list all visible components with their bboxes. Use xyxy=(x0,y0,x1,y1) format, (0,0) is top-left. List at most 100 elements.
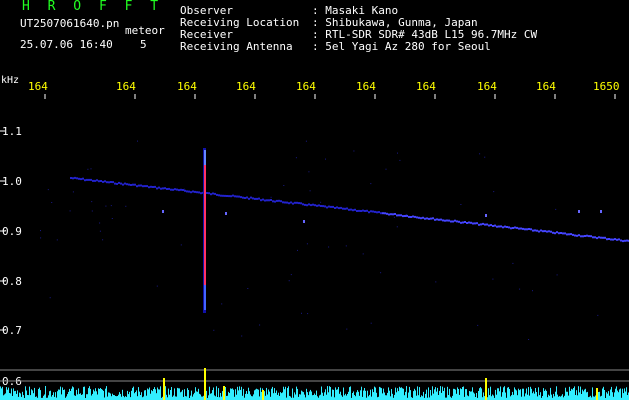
noise-dot xyxy=(270,196,272,198)
spectrum-bar xyxy=(562,394,563,400)
noise-blip xyxy=(485,214,487,217)
spectrum-bar xyxy=(435,387,436,400)
spectrum-bar xyxy=(622,388,623,400)
spectrum-bar xyxy=(23,395,24,400)
spectrum-bar xyxy=(615,388,616,400)
spectrum-bar xyxy=(296,386,297,400)
trace-dot xyxy=(300,202,302,205)
spectrum-bar xyxy=(556,386,557,400)
spectrum-bar xyxy=(572,389,573,400)
spectrum-bar xyxy=(526,388,527,400)
noise-dot xyxy=(180,244,182,246)
spectrum-bar xyxy=(306,388,307,400)
spectrum-bar xyxy=(27,395,28,400)
trace-dot xyxy=(344,207,346,210)
noise-dot xyxy=(56,239,58,241)
spectrum-bar xyxy=(614,392,615,400)
spectrum-bar xyxy=(326,394,327,400)
trace-dot xyxy=(616,238,618,241)
trace-dot xyxy=(162,187,164,190)
trace-dot xyxy=(500,225,502,228)
trace-dot xyxy=(248,197,250,200)
trace-dot xyxy=(538,230,540,233)
spectrum-bar xyxy=(112,393,113,400)
spectrum-bar xyxy=(369,394,370,400)
trace-dot xyxy=(328,205,330,208)
trace-dot xyxy=(70,177,72,179)
spectrum-bar xyxy=(374,386,375,400)
spectrum-bar xyxy=(524,396,525,400)
spectrum-bar xyxy=(267,394,268,400)
trace-dot xyxy=(508,226,510,229)
trace-dot xyxy=(318,204,320,207)
spectrum-bar xyxy=(258,389,259,400)
spectrum-bar xyxy=(561,395,562,400)
spectrum-bar xyxy=(396,392,397,400)
spectrum-bar xyxy=(489,395,490,400)
trace-dot xyxy=(528,228,530,230)
spectrum-bar xyxy=(237,386,238,400)
noise-dot xyxy=(380,272,382,274)
trace-dot xyxy=(352,209,354,212)
spectrum-bar xyxy=(16,393,17,400)
spectrum-bar xyxy=(500,386,501,400)
trace-dot xyxy=(460,221,462,224)
spectrum-bar xyxy=(474,393,475,400)
trace-dot xyxy=(556,231,558,234)
trace-dot xyxy=(308,203,310,206)
spectrum-bar xyxy=(569,386,570,400)
spectrum-bar xyxy=(57,391,58,400)
spectrum-bar xyxy=(620,388,621,400)
trace-dot xyxy=(426,217,428,220)
spectrum-bar xyxy=(141,392,142,400)
spectrum-bar xyxy=(408,392,409,400)
trace-dot xyxy=(258,197,260,200)
spectrogram-window: H R O F F T UT2507061640.pn meteor 25.07… xyxy=(0,0,629,400)
spectrum-bar xyxy=(436,391,437,400)
trace-dot xyxy=(324,205,326,208)
spectrum-bar xyxy=(160,386,161,400)
trace-dot xyxy=(350,208,352,211)
noise-dot xyxy=(137,140,138,142)
spectrum-bar xyxy=(514,387,515,400)
trace-dot xyxy=(402,215,404,218)
spectrum-bar xyxy=(94,391,95,400)
trace-dot xyxy=(620,239,622,242)
spectrum-bar xyxy=(349,387,350,400)
spectrum-bar xyxy=(546,390,547,400)
spectrum-bar xyxy=(466,389,467,400)
spectrum-bar xyxy=(184,389,185,400)
noise-dot xyxy=(492,278,494,280)
spectrum-bar xyxy=(176,396,177,400)
trace-dot xyxy=(396,214,398,217)
trace-dot xyxy=(196,191,198,194)
trace-dot xyxy=(552,231,554,234)
spectrum-bar xyxy=(387,392,388,400)
spectrum-bar xyxy=(356,392,357,400)
spectrum-bar xyxy=(456,393,457,400)
trace-dot xyxy=(174,188,176,191)
spectrum-bar xyxy=(26,390,27,400)
trace-dot xyxy=(164,187,166,190)
trace-dot xyxy=(438,218,440,221)
spectrum-bar xyxy=(516,390,517,400)
trace-dot xyxy=(282,201,284,204)
trace-dot xyxy=(588,235,590,238)
spectrum-bar xyxy=(68,391,69,400)
trace-dot xyxy=(436,218,438,221)
trace-dot xyxy=(198,191,200,194)
trace-dot xyxy=(472,222,474,225)
spectrum-bar xyxy=(235,389,236,400)
trace-dot xyxy=(218,194,220,197)
spectrum-bar xyxy=(40,390,41,400)
spectrum-bar xyxy=(480,387,481,400)
spectrum-bar xyxy=(271,388,272,400)
spectrum-bar xyxy=(333,389,334,400)
spectrum-bar xyxy=(315,394,316,400)
spectrum-bar xyxy=(276,390,277,400)
spectrum-bar xyxy=(269,391,270,400)
trace-dot xyxy=(226,195,228,197)
trace-dot xyxy=(314,204,316,207)
trace-dot xyxy=(610,238,612,241)
spectrum-bar xyxy=(593,396,594,400)
